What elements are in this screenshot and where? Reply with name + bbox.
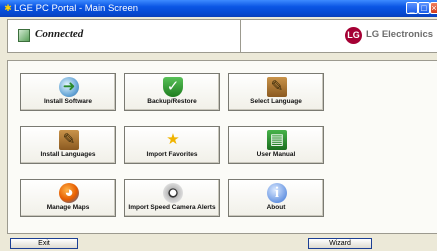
tile-label: Backup/Restore: [147, 98, 197, 105]
maximize-button[interactable]: □: [418, 2, 430, 14]
backup-restore-button[interactable]: ✓ Backup/Restore: [124, 73, 220, 111]
tile-label: Install Languages: [40, 151, 96, 158]
minimize-button[interactable]: _: [406, 2, 418, 14]
connection-status-icon: [18, 29, 30, 42]
tile-label: Manage Maps: [46, 204, 90, 211]
select-language-button[interactable]: ✎ Select Language: [228, 73, 324, 111]
header-bar: Connected LG LG Electronics: [7, 19, 437, 53]
star-icon: ★: [166, 131, 180, 148]
user-manual-button[interactable]: ▤ User Manual: [228, 126, 324, 164]
close-button[interactable]: ×: [430, 2, 437, 14]
tile-label: Import Speed Camera Alerts: [128, 204, 216, 211]
manage-maps-button[interactable]: ◕ Manage Maps: [20, 179, 116, 217]
connection-status-text: Connected: [35, 28, 84, 40]
tile-label: User Manual: [256, 151, 296, 158]
about-button[interactable]: i About: [228, 179, 324, 217]
lg-logo-icon: LG: [345, 27, 362, 44]
cd-install-icon: ➜: [59, 77, 79, 97]
wizard-button[interactable]: Wizard: [308, 238, 372, 249]
brand-name: LG Electronics: [366, 29, 434, 40]
install-software-button[interactable]: ➜ Install Software: [20, 73, 116, 111]
globe-icon: ◕: [59, 183, 79, 203]
shield-icon: ✓: [163, 77, 183, 97]
header-divider: [240, 20, 241, 52]
book-icon: ▤: [267, 130, 287, 150]
camera-icon: ●: [163, 183, 183, 203]
tile-label: Import Favorites: [146, 151, 198, 158]
box-icon: ✎: [267, 77, 287, 97]
app-window: ✱ LGE PC Portal - Main Screen _ □ × Conn…: [0, 0, 437, 251]
main-tile-panel: ➜ Install Software ✓ Backup/Restore ✎ Se…: [7, 60, 437, 234]
title-bar[interactable]: ✱ LGE PC Portal - Main Screen _ □ ×: [0, 0, 437, 17]
window-title: LGE PC Portal - Main Screen: [14, 3, 139, 14]
app-icon: ✱: [4, 3, 12, 13]
box-icon: ✎: [59, 130, 79, 150]
import-speed-camera-alerts-button[interactable]: ● Import Speed Camera Alerts: [124, 179, 220, 217]
install-languages-button[interactable]: ✎ Install Languages: [20, 126, 116, 164]
info-icon: i: [267, 183, 287, 203]
tile-label: Install Software: [43, 98, 93, 105]
import-favorites-button[interactable]: ★ Import Favorites: [124, 126, 220, 164]
exit-button[interactable]: Exit: [10, 238, 78, 249]
tile-label: Select Language: [250, 98, 302, 105]
tile-label: About: [266, 204, 286, 211]
